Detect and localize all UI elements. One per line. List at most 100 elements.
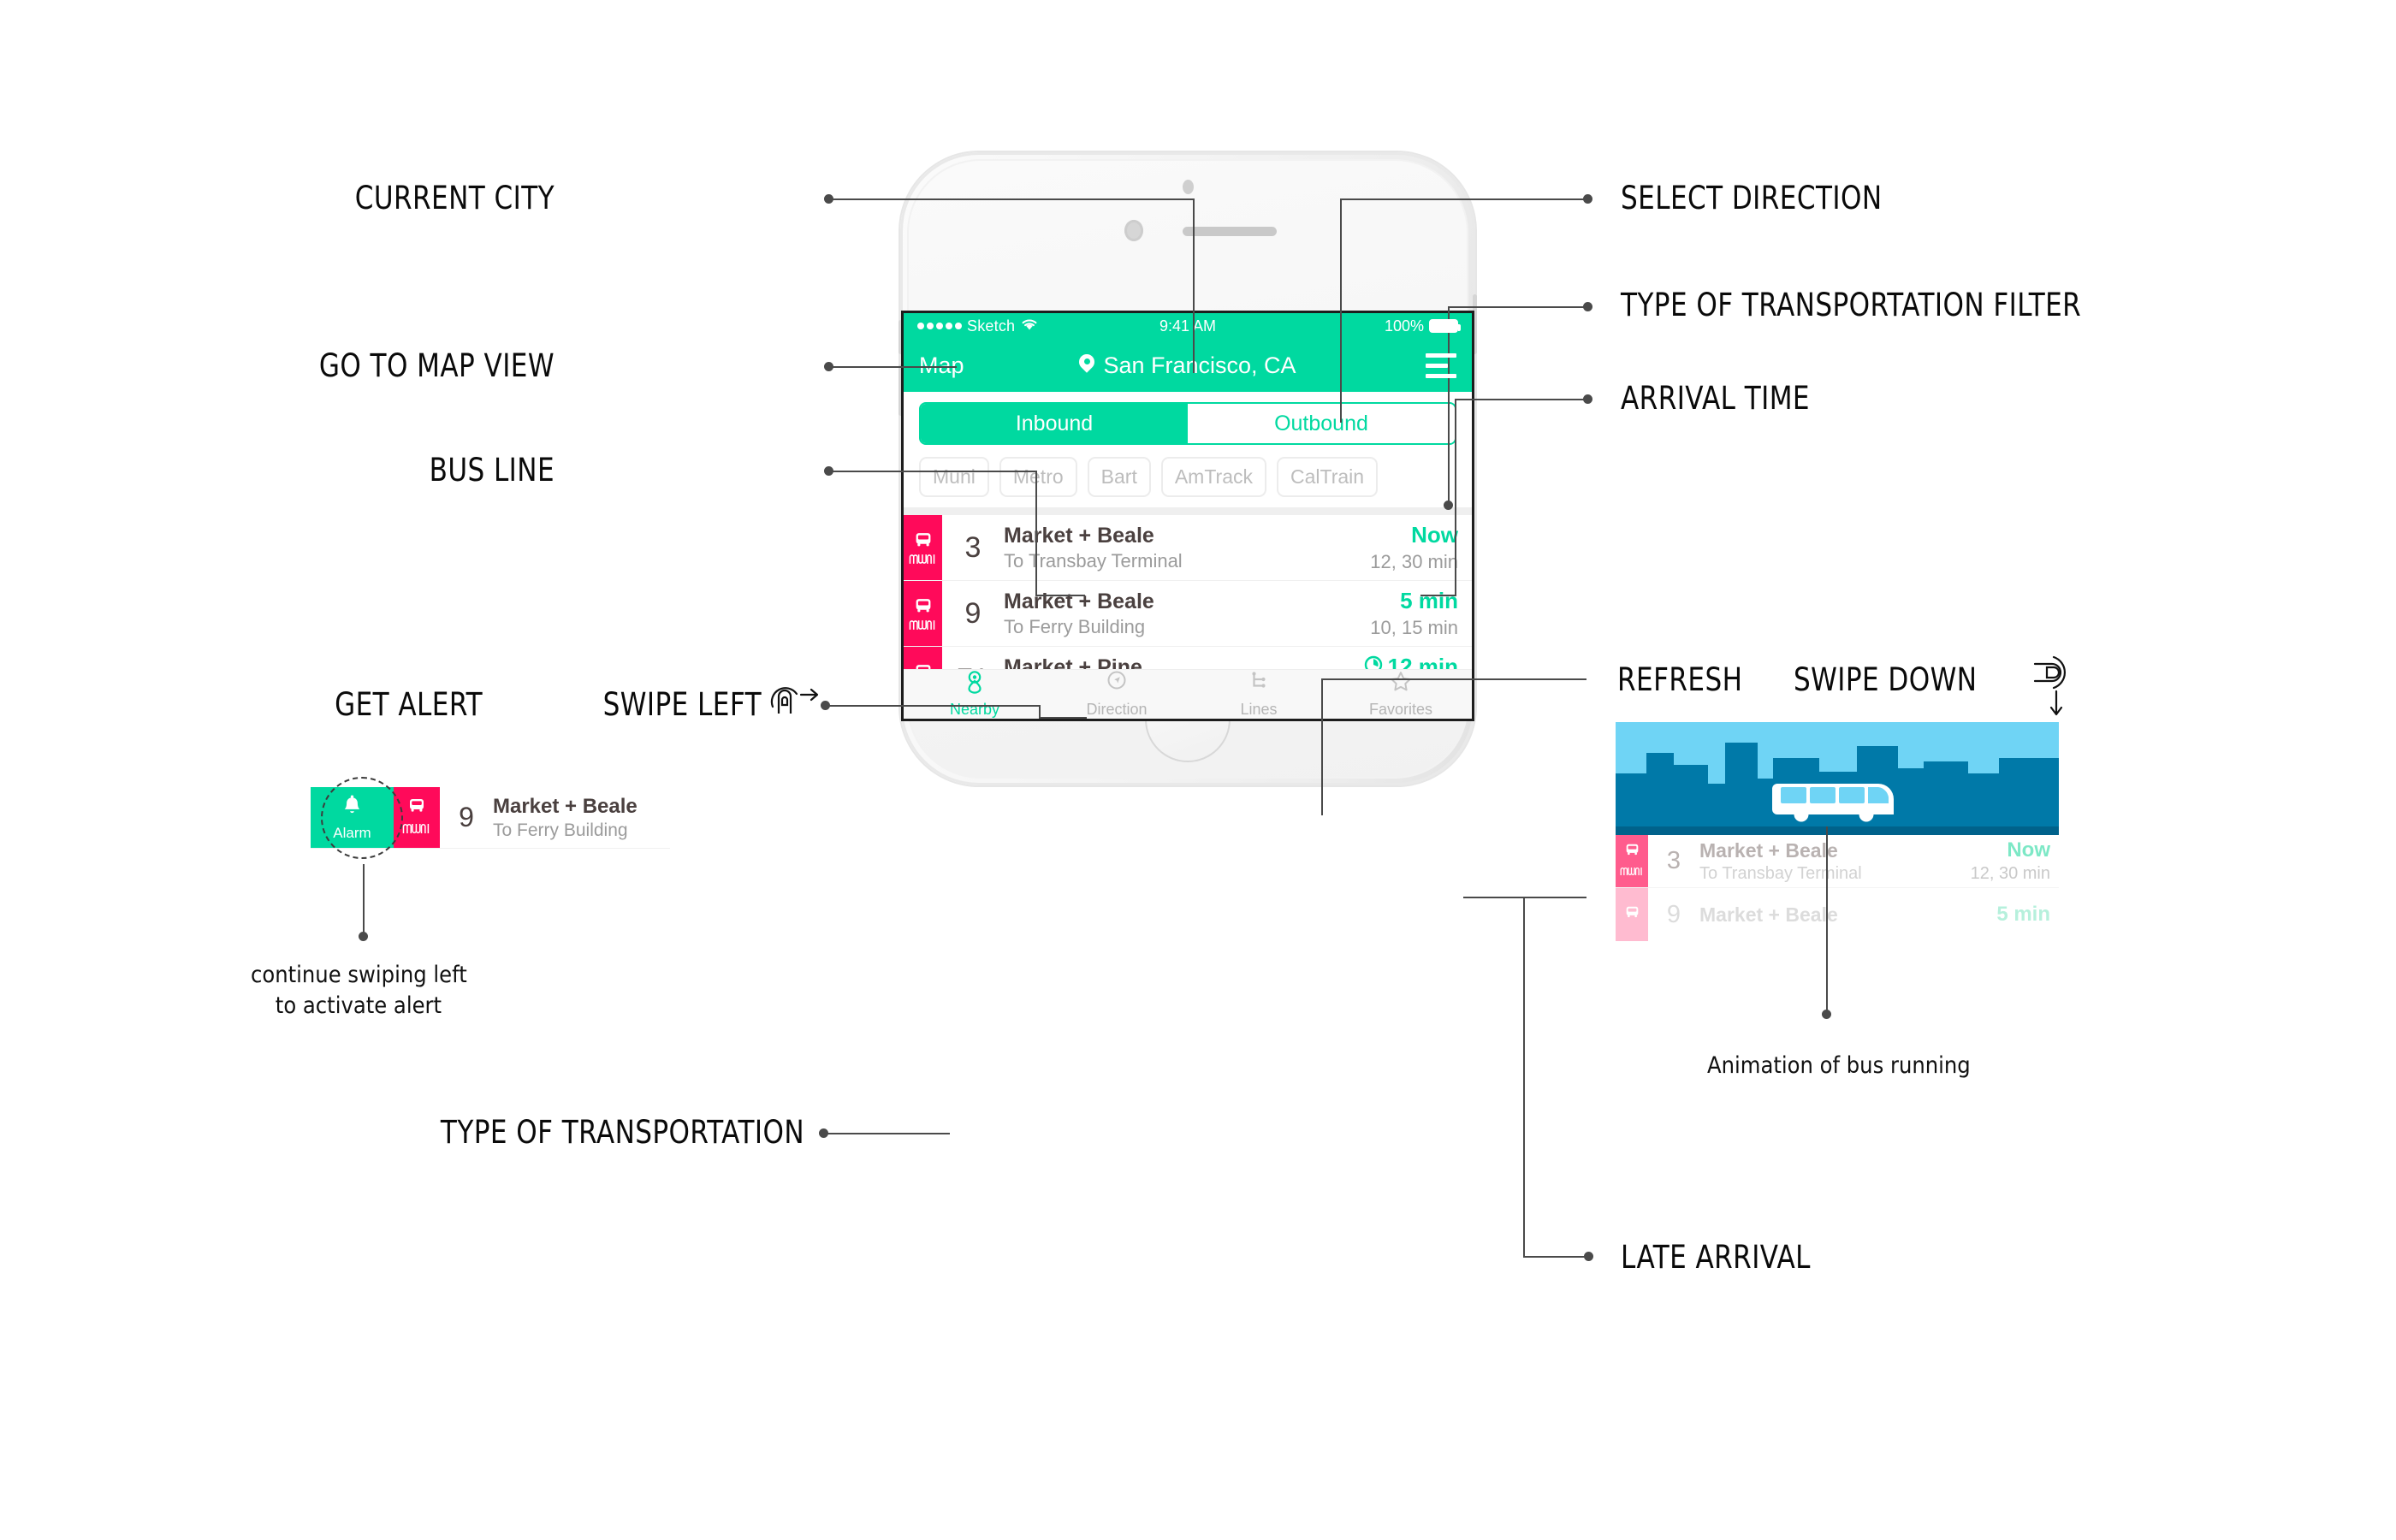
tab-label: Lines xyxy=(1240,701,1278,718)
silent-switch[interactable] xyxy=(898,320,903,354)
animated-bus-icon xyxy=(1772,777,1899,824)
swipe-down-gesture-icon xyxy=(2028,649,2081,726)
power-button[interactable] xyxy=(1473,294,1477,354)
leader-get-alert-b xyxy=(1039,717,1087,719)
muni-wordmark-icon xyxy=(1620,865,1644,880)
bus-icon xyxy=(1623,843,1641,862)
leader-dot xyxy=(1583,394,1592,404)
callout-swipe-left: SWIPE LEFT xyxy=(602,686,762,723)
filter-chip-muni[interactable]: Muni xyxy=(919,457,989,497)
eta-value: Now xyxy=(2007,838,2050,862)
muni-wordmark-icon xyxy=(909,619,937,631)
hamburger-menu-icon[interactable] xyxy=(1426,352,1456,378)
signal-strength-icon xyxy=(917,323,962,329)
leader-eta-box-v xyxy=(1321,678,1323,815)
stop-info: Market + Beale To Ferry Building xyxy=(1004,581,1335,646)
leader-dot xyxy=(821,701,830,710)
alarm-action-label: Alarm xyxy=(333,824,371,841)
leader-alarm-caption xyxy=(363,864,365,936)
map-pin-icon xyxy=(964,670,986,698)
tab-nearby[interactable]: Nearby xyxy=(904,670,1046,719)
leader-dot xyxy=(359,932,368,941)
carrier-label: Sketch xyxy=(967,317,1016,335)
stop-title: Market + Beale xyxy=(1004,589,1154,613)
alarm-action-button[interactable]: Alarm xyxy=(311,787,394,848)
leader-dot xyxy=(1444,500,1453,510)
departure-row[interactable]: 3 Market + Beale To Transbay Terminal Now 12… xyxy=(904,515,1472,581)
pull-to-refresh-demo: 3 Market + Beale To Transbay Terminal No… xyxy=(1616,722,2059,941)
agency-badge-bus xyxy=(394,787,440,848)
tab-lines[interactable]: Lines xyxy=(1188,670,1330,719)
direction-segmented-control[interactable]: Inbound Outbound xyxy=(919,402,1456,445)
stop-subtitle: To Transbay Terminal xyxy=(1004,549,1183,572)
stop-title: Market + Beale xyxy=(493,794,638,818)
eta-group: 5 min 10, 15 min xyxy=(1335,581,1472,646)
tab-outbound[interactable]: Outbound xyxy=(1188,404,1455,443)
callout-arrival-time: ARRIVAL TIME xyxy=(1621,380,1810,417)
agency-badge-bus xyxy=(1616,888,1648,941)
stop-subtitle: To Ferry Building xyxy=(493,820,628,840)
annotated-mockup-canvas: Sketch 9:41 AM 100% Map San Francisco, C… xyxy=(0,0,2396,1540)
road-strip xyxy=(1616,826,2059,835)
map-view-button[interactable]: Map xyxy=(919,352,964,379)
callout-refresh: REFRESH xyxy=(1617,661,1743,698)
route-icon xyxy=(1248,670,1270,698)
stop-info: Market + Beale To Transbay Terminal xyxy=(1699,835,1939,887)
leader-late-arrival-v xyxy=(1523,897,1525,1258)
leader-bus-line-b xyxy=(1035,595,1085,596)
leader-arrival-time-b xyxy=(1420,595,1456,596)
callout-go-to-map-view: GO TO MAP VIEW xyxy=(318,347,555,384)
wifi-icon xyxy=(1020,317,1039,335)
departure-row[interactable]: 9 Market + Beale To Ferry Building 5 min 10,… xyxy=(904,581,1472,647)
eta-next: 10, 15 min xyxy=(1370,617,1458,638)
proximity-sensor-icon xyxy=(1124,220,1143,241)
callout-late-arrival: LATE ARRIVAL xyxy=(1621,1239,1811,1276)
status-bar: Sketch 9:41 AM 100% xyxy=(904,313,1472,339)
location-pin-icon xyxy=(1079,354,1094,376)
line-number: 9 xyxy=(1666,900,1681,928)
tab-direction[interactable]: Direction xyxy=(1046,670,1188,719)
tab-label: Nearby xyxy=(949,701,1000,718)
leader-arrival-time-v xyxy=(1455,399,1456,595)
filter-chip-metro[interactable]: Metro xyxy=(999,457,1077,497)
agency-badge-bus xyxy=(904,515,942,580)
note-animation-caption: Animation of bus running xyxy=(1707,1052,1971,1079)
front-camera-icon xyxy=(1183,180,1194,194)
volume-buttons[interactable] xyxy=(898,364,903,416)
list-separator xyxy=(904,507,1472,515)
eta-group: 5 min xyxy=(1939,888,2059,941)
stop-title: Market + Beale xyxy=(1699,838,1838,862)
tab-favorites[interactable]: Favorites xyxy=(1330,670,1472,719)
leader-dot xyxy=(819,1128,828,1138)
tab-inbound[interactable]: Inbound xyxy=(921,404,1188,443)
transport-filter-chips: Muni Metro Bart AmTrack CalTrain xyxy=(904,453,1472,507)
bus-icon xyxy=(1623,905,1641,924)
stop-info: Market + Beale To Ferry Building xyxy=(493,787,638,848)
agency-badge-bus xyxy=(904,581,942,646)
stop-subtitle: To Ferry Building xyxy=(1004,615,1146,637)
callout-get-alert: GET ALERT xyxy=(335,686,483,723)
callout-select-direction: SELECT DIRECTION xyxy=(1621,180,1883,216)
leader-eta-box xyxy=(1321,678,1586,680)
swipe-alert-demo: Alarm 9 Market + Beale To Ferry Building xyxy=(311,777,670,859)
eta-value: Now xyxy=(1411,522,1458,548)
line-number: 3 xyxy=(964,530,982,564)
eta-value: 5 min xyxy=(1996,903,2050,926)
filter-chip-amtrack[interactable]: AmTrack xyxy=(1160,457,1266,497)
stop-title: Market + Beale xyxy=(1004,523,1154,548)
swipe-alert-row[interactable]: Alarm 9 Market + Beale To Ferry Building xyxy=(311,787,670,849)
leader-filter xyxy=(1448,306,1586,308)
leader-dot xyxy=(1822,1010,1831,1019)
filter-chip-bart[interactable]: Bart xyxy=(1087,457,1151,497)
callout-type-of-transportation-filter: TYPE OF TRANSPORTATION FILTER xyxy=(1621,287,2082,323)
faded-departure-list: 3 Market + Beale To Transbay Terminal No… xyxy=(1616,835,2059,941)
leader-late-arrival-b xyxy=(1523,1256,1588,1258)
line-number: 9 xyxy=(459,802,474,832)
filter-chip-caltrain[interactable]: CalTrain xyxy=(1277,457,1379,497)
leader-bus-line-a xyxy=(828,471,1037,472)
leader-get-alert xyxy=(825,705,1041,707)
tab-label: Direction xyxy=(1086,701,1148,718)
leader-dot xyxy=(824,466,833,476)
battery-percent-label: 100% xyxy=(1384,317,1424,335)
muni-wordmark-icon xyxy=(909,554,937,565)
